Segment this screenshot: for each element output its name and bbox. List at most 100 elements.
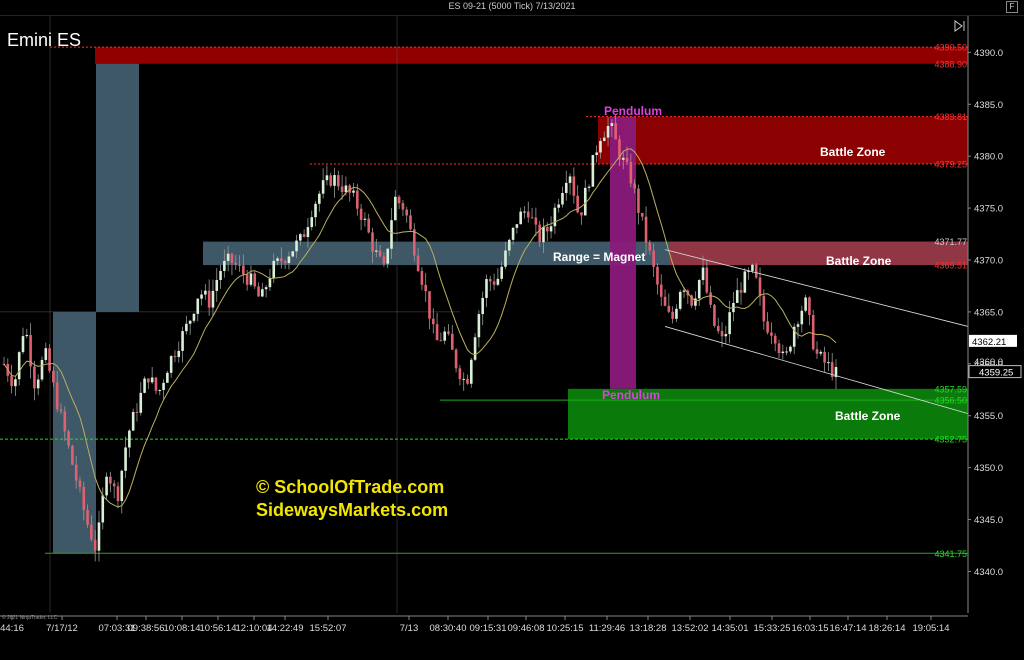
candle-body xyxy=(264,287,268,290)
watermark-line-2: SidewaysMarkets.com xyxy=(256,500,448,520)
candle-body xyxy=(394,196,397,221)
candle-body xyxy=(169,356,173,373)
candle-body xyxy=(333,175,336,186)
candle-body xyxy=(40,359,44,380)
candle-body xyxy=(356,190,359,209)
candle-body xyxy=(10,375,13,387)
price-level-label: 4341.75 xyxy=(934,549,967,559)
candle-body xyxy=(378,250,382,257)
candle-body xyxy=(63,411,67,432)
candle-body xyxy=(162,382,165,391)
candle-body xyxy=(652,250,655,267)
candle-body xyxy=(553,207,557,227)
time-tick-label: 18:26:14 xyxy=(869,623,906,634)
candle-body xyxy=(367,218,371,233)
candle-body xyxy=(82,486,86,510)
candle-body xyxy=(185,323,188,332)
watermark-line-1: © SchoolOfTrade.com xyxy=(256,477,444,497)
candle-body xyxy=(564,182,568,193)
candle-body xyxy=(55,382,59,410)
candle-body xyxy=(431,318,435,325)
candle-body xyxy=(74,464,78,481)
candle-body xyxy=(97,522,101,551)
candle-body xyxy=(530,217,534,219)
time-tick-label: 7/13 xyxy=(400,623,419,634)
candle-body xyxy=(808,297,811,316)
candle-body xyxy=(188,320,192,324)
candle-body xyxy=(466,378,469,384)
price-level-label: 4383.81 xyxy=(934,112,967,122)
candle-body xyxy=(154,377,158,391)
time-tick-label: 44:16 xyxy=(0,623,24,634)
time-axis[interactable]: 44:16 7/17/12 07:03:3109:38:56 10:08:14 10:5… xyxy=(0,615,968,634)
candle-body xyxy=(44,348,48,360)
candlestick-chart[interactable]: 4340.04345.04350.04355.04360.04365.04370… xyxy=(0,16,1024,660)
candle-body xyxy=(435,324,439,341)
gap-zone-lower xyxy=(53,311,96,554)
time-tick-label: 10:08:14 xyxy=(164,623,201,634)
candle-body xyxy=(568,176,572,183)
candle-body xyxy=(268,278,272,288)
candle-body xyxy=(469,359,473,384)
candle-body xyxy=(21,336,25,353)
candle-body xyxy=(621,157,625,160)
candle-body xyxy=(105,476,108,496)
candle-body xyxy=(644,216,648,243)
price-level-label: 4357.59 xyxy=(934,384,967,394)
time-tick-label: 13:52:02 xyxy=(672,623,709,634)
candle-body xyxy=(52,370,55,383)
candle-body xyxy=(321,180,325,194)
float-button[interactable]: F xyxy=(1006,1,1018,13)
candle-body xyxy=(93,539,97,551)
candle-body xyxy=(663,296,667,306)
candle-body xyxy=(90,524,93,540)
candle-body xyxy=(116,486,120,502)
candle-body xyxy=(580,212,583,216)
candle-body xyxy=(739,290,743,293)
candle-body xyxy=(67,431,70,446)
candle-body xyxy=(545,227,549,232)
price-axis[interactable]: 4340.04345.04350.04355.04360.04365.04370… xyxy=(934,16,1022,613)
candle-body xyxy=(637,188,640,213)
candle-body xyxy=(713,304,716,326)
candle-body xyxy=(488,279,492,282)
candle-body xyxy=(272,260,276,279)
candle-body xyxy=(124,447,127,471)
candle-body xyxy=(758,277,762,296)
candle-body xyxy=(230,253,234,263)
candle-body xyxy=(697,280,701,299)
pendulum-bottom-label: Pendulum xyxy=(602,388,660,402)
price-level-label: 4352.75 xyxy=(934,435,967,445)
time-tick-label: 10:25:15 xyxy=(547,623,584,634)
time-tick-label: 10:56:14 xyxy=(200,623,237,634)
candle-body xyxy=(71,445,74,465)
candle-body xyxy=(14,379,17,387)
candle-body xyxy=(173,356,177,358)
candle-body xyxy=(811,315,815,350)
resistance-zone-top xyxy=(95,47,968,64)
candle-body xyxy=(785,351,788,353)
candle-body xyxy=(633,183,636,189)
collapse-icon[interactable] xyxy=(954,20,965,32)
candle-body xyxy=(318,193,321,204)
candle-body xyxy=(724,334,728,337)
candle-body xyxy=(614,123,617,140)
candle-body xyxy=(454,349,458,369)
candle-body xyxy=(257,286,260,297)
candle-body xyxy=(261,289,264,297)
candle-body xyxy=(728,312,731,335)
candle-body xyxy=(735,290,739,303)
candle-body xyxy=(716,325,720,332)
candle-body xyxy=(606,125,610,138)
battle-zone-mid-label: Battle Zone xyxy=(826,254,892,268)
candle-body xyxy=(386,248,390,264)
candle-body xyxy=(181,331,184,351)
price-marker-label: 4362.21 xyxy=(972,337,1006,348)
candle-body xyxy=(572,176,576,196)
candle-body xyxy=(648,242,652,251)
price-tick-label: 4380.0 xyxy=(974,152,1003,163)
candle-body xyxy=(701,267,705,281)
window-title-bar: ES 09-21 (5000 Tick) 7/13/2021 F xyxy=(0,0,1024,16)
candle-body xyxy=(382,256,386,264)
price-tick-label: 4340.0 xyxy=(974,567,1003,578)
